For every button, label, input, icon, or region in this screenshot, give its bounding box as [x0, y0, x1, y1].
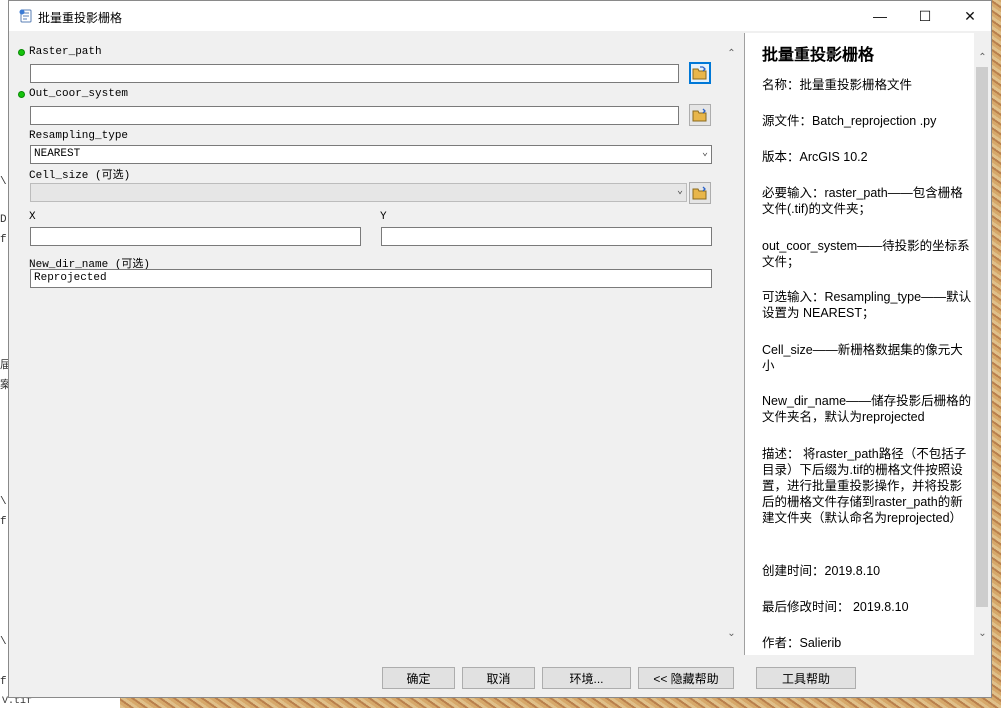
y-input[interactable] [381, 227, 712, 246]
maximize-button[interactable]: ☐ [902, 1, 948, 31]
ok-button[interactable]: 确定 [382, 667, 455, 689]
resampling-type-label: Resampling_type [29, 130, 129, 142]
cancel-button[interactable]: 取消 [462, 667, 535, 689]
help-paragraph: out_coor_system——待投影的坐标系文件； [762, 239, 970, 269]
help-paragraph: 作者：Salierib [762, 636, 842, 650]
out-coor-system-label: Out_coor_system [29, 88, 129, 100]
help-paragraph: 名称：批量重投影栅格文件 [762, 78, 913, 92]
chevron-down-icon[interactable]: ⌄ [723, 625, 740, 642]
x-label: X [29, 211, 36, 223]
help-panel: 批量重投影栅格 名称：批量重投影栅格文件 源文件：Batch_reproject… [744, 33, 991, 655]
tool-help-button[interactable]: 工具帮助 [756, 667, 856, 689]
y-label: Y [380, 211, 387, 223]
chevron-up-icon[interactable]: ⌃ [723, 45, 740, 62]
help-paragraph: Cell_size——新栅格数据集的像元大小 [762, 343, 963, 373]
chevron-down-icon: ⌄ [701, 148, 708, 159]
minimize-button[interactable]: — [857, 1, 903, 31]
help-paragraph: 最后修改时间： 2019.8.10 [762, 600, 909, 614]
new-dir-name-input[interactable]: Reprojected [30, 269, 712, 288]
maximize-icon: ☐ [918, 7, 932, 24]
chevron-down-icon[interactable]: ⌄ [974, 625, 991, 642]
bg-fragment: f [0, 516, 7, 528]
resampling-type-value: NEAREST [34, 148, 81, 160]
raster-path-input[interactable] [30, 64, 679, 83]
chevron-up-icon[interactable]: ⌃ [974, 49, 991, 66]
tool-dialog: 批量重投影栅格 — ☐ ✕ Raster_path Out_coor_syste… [8, 0, 992, 698]
raster-path-label: Raster_path [29, 46, 102, 58]
window-title: 批量重投影栅格 [38, 11, 123, 25]
help-scrollbar-thumb[interactable] [976, 67, 988, 607]
open-folder-icon [692, 108, 707, 122]
out-coor-system-browse-button[interactable] [689, 104, 711, 126]
parameters-panel: Raster_path Out_coor_system Resampling_t… [10, 33, 740, 655]
hide-help-button[interactable]: << 隐藏帮助 [638, 667, 734, 689]
required-indicator-icon [18, 91, 25, 98]
raster-path-browse-button[interactable] [689, 62, 711, 84]
bg-fragment: f [0, 234, 7, 246]
bg-fragment: D [0, 214, 7, 226]
open-folder-icon [692, 66, 707, 80]
help-paragraph: 描述： 将raster_path路径（不包括子目录）下后缀为.tif的栅格文件按… [762, 447, 967, 525]
background-file-label: V.tif [0, 696, 120, 708]
help-paragraph: 版本：ArcGIS 10.2 [762, 150, 868, 164]
bg-fragment: f [0, 676, 7, 688]
help-paragraph: 创建时间：2019.8.10 [762, 564, 881, 578]
script-tool-icon [19, 9, 32, 23]
close-icon: ✕ [964, 7, 976, 24]
form-scrollbar[interactable]: ⌃ ⌄ [723, 33, 740, 655]
x-input[interactable] [30, 227, 361, 246]
bg-fragment: \ [0, 176, 7, 188]
help-scrollbar[interactable]: ⌃ ⌄ [974, 33, 991, 655]
cell-size-browse-button[interactable] [689, 182, 711, 204]
help-paragraph: 可选输入：Resampling_type——默认设置为 NEAREST； [762, 290, 972, 320]
title-bar[interactable]: 批量重投影栅格 — ☐ ✕ [9, 1, 991, 31]
bg-fragment: \ [0, 496, 7, 508]
help-paragraph: 源文件：Batch_reprojection .py [762, 114, 937, 128]
cell-size-label: Cell_size (可选) [29, 170, 131, 182]
environments-button[interactable]: 环境... [542, 667, 631, 689]
minimize-icon: — [873, 8, 887, 24]
out-coor-system-input[interactable] [30, 106, 679, 125]
resampling-type-select[interactable]: NEAREST ⌄ [30, 145, 712, 164]
open-folder-icon [692, 186, 707, 200]
close-button[interactable]: ✕ [947, 1, 993, 31]
chevron-down-icon: ⌄ [676, 186, 683, 197]
help-title: 批量重投影栅格 [762, 47, 875, 64]
required-indicator-icon [18, 49, 25, 56]
help-paragraph: New_dir_name——储存投影后栅格的文件夹名，默认为reprojecte… [762, 394, 972, 424]
cell-size-select[interactable]: ⌄ [30, 183, 687, 202]
bg-fragment: \ [0, 636, 7, 648]
help-paragraph: 必要输入：raster_path——包含栅格文件(.tif)的文件夹； [762, 186, 963, 216]
